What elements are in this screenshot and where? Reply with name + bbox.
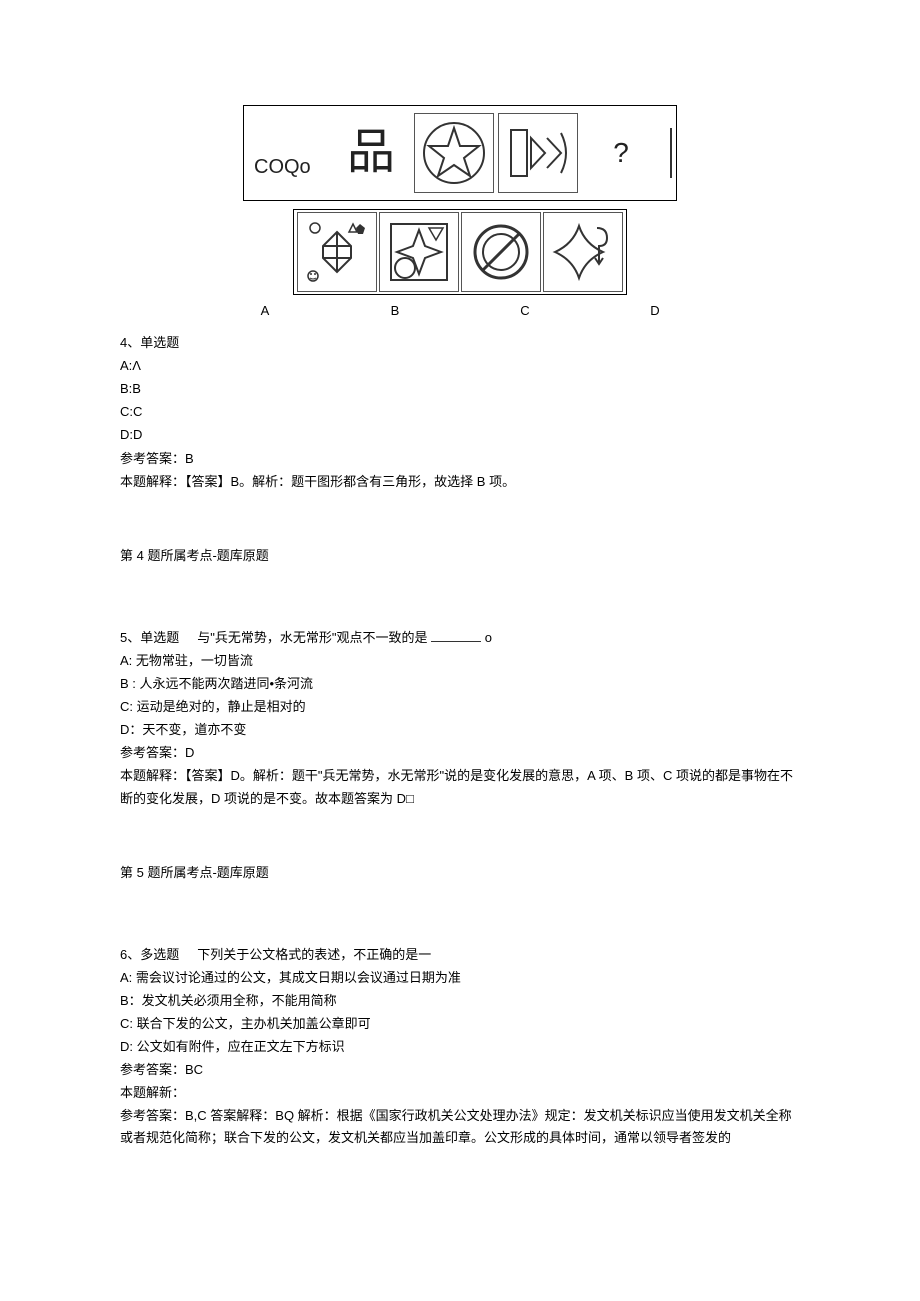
q6-header-num: 6、多选题	[120, 947, 179, 962]
label-c: C	[485, 300, 565, 322]
question-6: 6、多选题 下列关于公文格式的表述，不正确的是一 A: 需会议讨论通过的公文，其…	[120, 944, 800, 1150]
q5-footer: 第 5 题所属考点-题库原题	[120, 862, 800, 884]
figure-cell-1: COQo	[250, 114, 328, 192]
q5-opt-c: C: 运动是绝对的，静止是相对的	[120, 696, 800, 718]
q5-header-text: 与"兵无常势，水无常形"观点不一致的是	[197, 630, 427, 645]
q5-explanation: 本题解释：【答案】D。解析：题干"兵无常势，水无常形"说的是变化发展的意思，A …	[120, 765, 800, 809]
q5-header-num: 5、单选题	[120, 630, 179, 645]
q5-ref-answer: 参考答案：D	[120, 742, 800, 764]
figure-cell-3	[414, 113, 494, 193]
answer-figure-a	[297, 212, 377, 292]
q6-header: 6、多选题 下列关于公文格式的表述，不正确的是一	[120, 944, 800, 966]
q5-opt-d: D：天不变，道亦不变	[120, 719, 800, 741]
option-d-icon	[549, 218, 617, 286]
q6-opt-a: A: 需会议讨论通过的公文，其成文日期以会议通过日期为准	[120, 967, 800, 989]
q4-ref-answer: 参考答案：B	[120, 448, 800, 470]
q6-explanation: 参考答案：B,C 答案解释：BQ 解析：根据《国家行政机关公文处理办法》规定：发…	[120, 1105, 800, 1149]
q6-opt-c: C: 联合下发的公文，主办机关加盖公章即可	[120, 1013, 800, 1035]
answer-figure-b	[379, 212, 459, 292]
question-figure-row: COQo 品 ?	[120, 105, 800, 201]
answer-figure-c	[461, 212, 541, 292]
q6-opt-d: D: 公文如有附件，应在正文左下方标识	[120, 1036, 800, 1058]
option-c-icon	[467, 218, 535, 286]
q4-explanation: 本题解释：【答案】B。解析：题干图形都含有三角形，故选择 B 项。	[120, 471, 800, 493]
q6-header-text: 下列关于公文格式的表述，不正确的是一	[197, 947, 431, 962]
answer-labels-row: A B C D	[120, 300, 800, 322]
q5-opt-a: A: 无物常驻，一切皆流	[120, 650, 800, 672]
q4-opt-d: D:D	[120, 424, 800, 446]
option-b-icon	[385, 218, 453, 286]
question-mark: ?	[613, 129, 629, 177]
label-d: D	[615, 300, 695, 322]
figure-cell-4	[498, 113, 578, 193]
q4-header: 4、单选题	[120, 332, 800, 354]
q6-explain-label: 本题解新：	[120, 1082, 800, 1104]
q4-opt-c: C:C	[120, 401, 800, 423]
divider-bar	[670, 128, 672, 178]
label-a: A	[225, 300, 305, 322]
figure-cell-2: 品	[332, 114, 410, 192]
blank-line	[431, 629, 481, 642]
question-5: 5、单选题 与"兵无常势，水无常形"观点不一致的是 o A: 无物常驻，一切皆流…	[120, 627, 800, 884]
figure-cell-1-text: COQo	[254, 150, 311, 184]
answer-figure-d	[543, 212, 623, 292]
q6-ref-answer: 参考答案：BC	[120, 1059, 800, 1081]
question-4: 4、单选题 A:Λ B:B C:C D:D 参考答案：B 本题解释：【答案】B。…	[120, 332, 800, 567]
q6-opt-b: B：发文机关必须用全称，不能用简称	[120, 990, 800, 1012]
q5-header-suffix: o	[485, 630, 492, 645]
answer-figures-box	[293, 209, 627, 295]
figure-sequence-box: COQo 品 ?	[243, 105, 677, 201]
q5-header: 5、单选题 与"兵无常势，水无常形"观点不一致的是 o	[120, 627, 800, 649]
q4-footer: 第 4 题所属考点-题库原题	[120, 545, 800, 567]
q4-opt-a: A:Λ	[120, 355, 800, 377]
answer-figure-row	[120, 209, 800, 295]
option-a-icon	[303, 218, 371, 286]
q4-opt-b: B:B	[120, 378, 800, 400]
star-in-circle-icon	[419, 118, 489, 188]
q5-opt-b: B : 人永远不能两次踏进同•条河流	[120, 673, 800, 695]
label-b: B	[355, 300, 435, 322]
abstract-shapes-icon	[503, 118, 573, 188]
figure-cell-5: ?	[582, 114, 660, 192]
